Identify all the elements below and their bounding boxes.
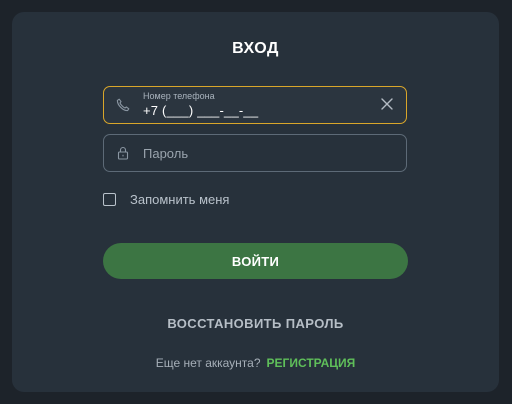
lock-icon <box>117 146 129 160</box>
no-account-text: Еще нет аккаунта? <box>155 356 261 370</box>
close-icon[interactable] <box>380 97 394 111</box>
phone-field[interactable]: Номер телефона +7 (___) ___-__-__ <box>103 86 407 124</box>
remember-checkbox[interactable] <box>103 192 116 206</box>
remember-me[interactable]: Запомнить меня <box>103 191 229 207</box>
login-panel: ВХОД Номер телефона +7 (___) ___-__-__ З… <box>12 12 499 392</box>
phone-label: Номер телефона <box>143 91 215 101</box>
restore-password-link[interactable]: ВОССТАНОВИТЬ ПАРОЛЬ <box>12 316 499 331</box>
password-input[interactable] <box>143 135 393 171</box>
register-link[interactable]: РЕГИСТРАЦИЯ <box>267 356 356 370</box>
password-field[interactable] <box>103 134 407 172</box>
phone-input[interactable]: +7 (___) ___-__-__ <box>143 103 258 118</box>
page-title: ВХОД <box>232 40 279 57</box>
login-button[interactable]: ВОЙТИ <box>103 243 408 279</box>
phone-icon <box>116 98 130 112</box>
register-row: Еще нет аккаунта? РЕГИСТРАЦИЯ <box>12 356 499 370</box>
remember-label[interactable]: Запомнить меня <box>130 192 229 207</box>
